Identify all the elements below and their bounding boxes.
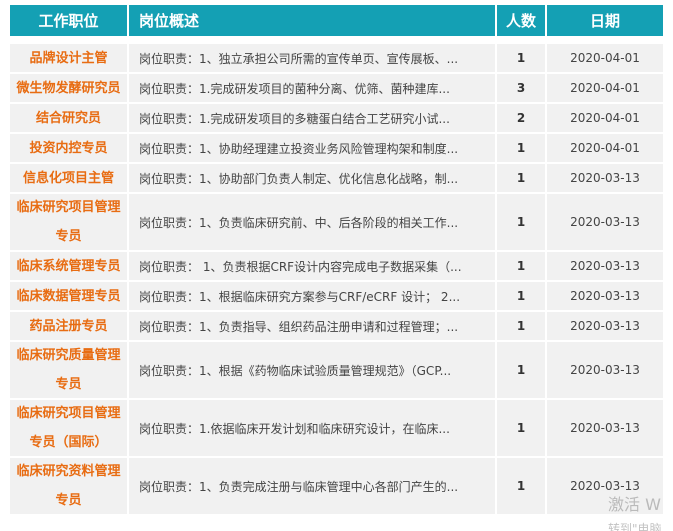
job-description: 岗位职责：1、协助经理建立投资业务风险管理构架和制度... xyxy=(129,134,495,162)
table-row[interactable]: 临床系统管理专员 岗位职责： 1、负责根据CRF设计内容完成电子数据采集（...… xyxy=(10,252,663,280)
job-headcount: 1 xyxy=(497,400,545,456)
watermark-line-1: 激活 W xyxy=(608,495,661,514)
job-description: 岗位职责：1.依据临床开发计划和临床研究设计，在临床... xyxy=(129,400,495,456)
job-description: 岗位职责： 1、负责根据CRF设计内容完成电子数据采集（... xyxy=(129,252,495,280)
job-headcount: 1 xyxy=(497,342,545,398)
table-row[interactable]: 信息化项目主管 岗位职责：1、协助部门负责人制定、优化信息化战略，制... 1 … xyxy=(10,164,663,192)
job-description: 岗位职责：1.完成研发项目的多糖蛋白结合工艺研究小试... xyxy=(129,104,495,132)
job-title-link[interactable]: 临床系统管理专员 xyxy=(10,252,127,280)
job-title-link[interactable]: 结合研究员 xyxy=(10,104,127,132)
job-title-link[interactable]: 信息化项目主管 xyxy=(10,164,127,192)
job-date: 2020-03-13 xyxy=(547,312,663,340)
header-date: 日期 xyxy=(547,5,663,36)
job-description: 岗位职责：1、协助部门负责人制定、优化信息化战略，制... xyxy=(129,164,495,192)
table-row[interactable]: 投资内控专员 岗位职责：1、协助经理建立投资业务风险管理构架和制度... 1 2… xyxy=(10,134,663,162)
table-row[interactable]: 微生物发酵研究员 岗位职责：1.完成研发项目的菌种分离、优筛、菌种建库... 3… xyxy=(10,74,663,102)
job-date: 2020-03-13 xyxy=(547,164,663,192)
job-date: 2020-04-01 xyxy=(547,44,663,72)
header-description: 岗位概述 xyxy=(129,5,495,36)
job-headcount: 1 xyxy=(497,164,545,192)
job-date: 2020-04-01 xyxy=(547,74,663,102)
job-headcount: 3 xyxy=(497,74,545,102)
job-date: 2020-03-13 xyxy=(547,400,663,456)
job-title-link[interactable]: 临床研究质量管理专员 xyxy=(10,342,127,398)
job-date: 2020-03-13 xyxy=(547,194,663,250)
job-description: 岗位职责：1.完成研发项目的菌种分离、优筛、菌种建库... xyxy=(129,74,495,102)
table-row[interactable]: 临床研究质量管理专员 岗位职责：1、根据《药物临床试验质量管理规范》（GCP..… xyxy=(10,342,663,398)
job-title-link[interactable]: 临床研究项目管理专员 xyxy=(10,194,127,250)
job-title-link[interactable]: 微生物发酵研究员 xyxy=(10,74,127,102)
job-title-link[interactable]: 品牌设计主管 xyxy=(10,44,127,72)
page: 工作职位 岗位概述 人数 日期 品牌设计主管 岗位职责：1、独立承担公司所需的宣… xyxy=(0,0,673,531)
job-headcount: 2 xyxy=(497,104,545,132)
job-date: 2020-03-13 xyxy=(547,252,663,280)
table-row[interactable]: 临床研究资料管理专员 岗位职责：1、负责完成注册与临床管理中心各部门产生的...… xyxy=(10,458,663,514)
header-job-title: 工作职位 xyxy=(10,5,127,36)
job-description: 岗位职责：1、负责完成注册与临床管理中心各部门产生的... xyxy=(129,458,495,514)
table-row[interactable]: 临床研究项目管理专员（国际） 岗位职责：1.依据临床开发计划和临床研究设计，在临… xyxy=(10,400,663,456)
job-date: 2020-04-01 xyxy=(547,134,663,162)
job-title-link[interactable]: 药品注册专员 xyxy=(10,312,127,340)
job-headcount: 1 xyxy=(497,44,545,72)
table-header: 工作职位 岗位概述 人数 日期 xyxy=(10,5,663,36)
header-headcount: 人数 xyxy=(497,5,545,36)
job-date: 2020-03-13 xyxy=(547,282,663,310)
job-title-link[interactable]: 临床数据管理专员 xyxy=(10,282,127,310)
watermark-line-2: 转到"电脑 xyxy=(608,522,662,531)
job-headcount: 1 xyxy=(497,282,545,310)
table-row[interactable]: 结合研究员 岗位职责：1.完成研发项目的多糖蛋白结合工艺研究小试... 2 20… xyxy=(10,104,663,132)
job-title-link[interactable]: 临床研究项目管理专员（国际） xyxy=(10,400,127,456)
job-description: 岗位职责：1、根据《药物临床试验质量管理规范》（GCP... xyxy=(129,342,495,398)
job-headcount: 1 xyxy=(497,134,545,162)
table-row[interactable]: 药品注册专员 岗位职责：1、负责指导、组织药品注册申请和过程管理；... 1 2… xyxy=(10,312,663,340)
table-row[interactable]: 品牌设计主管 岗位职责：1、独立承担公司所需的宣传单页、宣传展板、... 1 2… xyxy=(10,44,663,72)
job-date: 2020-03-13 xyxy=(547,342,663,398)
job-headcount: 1 xyxy=(497,458,545,514)
job-headcount: 1 xyxy=(497,252,545,280)
activation-watermark: 激活 W 转到"电脑 xyxy=(608,495,662,531)
table-row[interactable]: 临床研究项目管理专员 岗位职责：1、负责临床研究前、中、后各阶段的相关工作...… xyxy=(10,194,663,250)
job-table-body: 品牌设计主管 岗位职责：1、独立承担公司所需的宣传单页、宣传展板、... 1 2… xyxy=(10,44,663,516)
job-headcount: 1 xyxy=(497,312,545,340)
job-headcount: 1 xyxy=(497,194,545,250)
job-description: 岗位职责：1、独立承担公司所需的宣传单页、宣传展板、... xyxy=(129,44,495,72)
job-title-link[interactable]: 临床研究资料管理专员 xyxy=(10,458,127,514)
table-row[interactable]: 临床数据管理专员 岗位职责：1、根据临床研究方案参与CRF/eCRF 设计； 2… xyxy=(10,282,663,310)
job-date: 2020-04-01 xyxy=(547,104,663,132)
job-description: 岗位职责：1、负责指导、组织药品注册申请和过程管理；... xyxy=(129,312,495,340)
job-description: 岗位职责：1、根据临床研究方案参与CRF/eCRF 设计； 2... xyxy=(129,282,495,310)
job-title-link[interactable]: 投资内控专员 xyxy=(10,134,127,162)
job-description: 岗位职责：1、负责临床研究前、中、后各阶段的相关工作... xyxy=(129,194,495,250)
